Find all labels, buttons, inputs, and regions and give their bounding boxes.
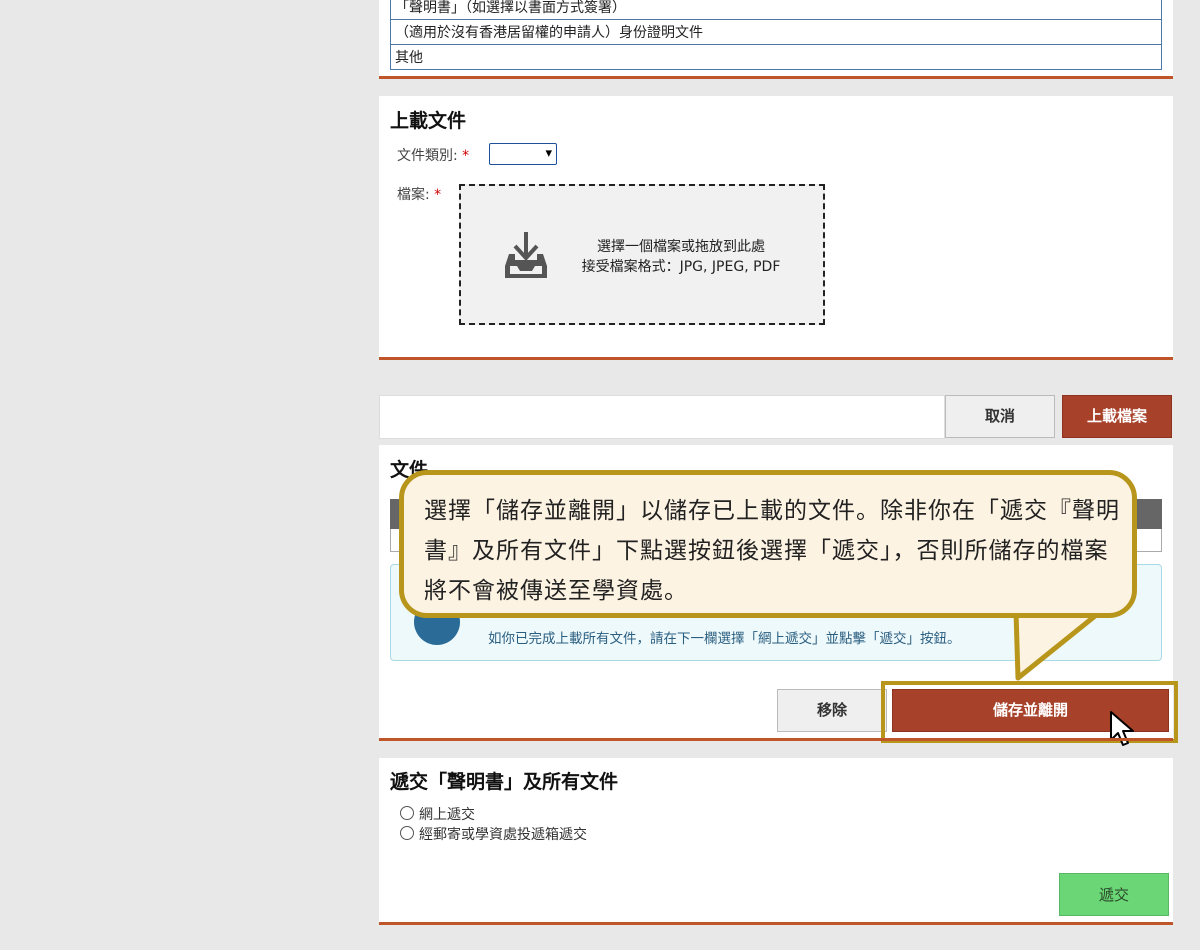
table-row: （適用於沒有香港居留權的申請人）身份證明文件 <box>390 19 1162 45</box>
remove-button[interactable]: 移除 <box>777 689 887 732</box>
radio-online[interactable] <box>400 806 414 820</box>
download-tray-icon <box>505 232 547 278</box>
file-label-text: 檔案: <box>397 187 430 203</box>
section-divider <box>379 76 1173 79</box>
radio-post-label: 經郵寄或學資處投遞箱遞交 <box>419 827 587 843</box>
radio-online-row[interactable]: 網上遞交 <box>400 804 475 824</box>
required-mark: * <box>462 148 470 164</box>
upload-section-title: 上載文件 <box>390 110 467 132</box>
dropzone-line-2: 接受檔案格式：JPG, JPEG, PDF <box>581 259 781 275</box>
callout-tail <box>1013 608 1102 681</box>
file-label: 檔案: * <box>397 184 441 204</box>
info-text: 如你已完成上載所有文件，請在下一欄選擇「網上遞交」並點擊「遞交」按鈕。 <box>488 631 961 647</box>
mouse-pointer-icon <box>1110 711 1134 746</box>
required-mark: * <box>434 187 442 203</box>
radio-post-row[interactable]: 經郵寄或學資處投遞箱遞交 <box>400 824 587 844</box>
doc-type-select[interactable]: ▾ <box>489 143 557 165</box>
selected-file-field[interactable] <box>379 395 945 439</box>
upload-file-button[interactable]: 上載檔案 <box>1062 395 1172 438</box>
radio-post[interactable] <box>400 826 414 840</box>
section-divider <box>379 357 1173 360</box>
section-divider <box>379 922 1173 925</box>
document-type-table: 「聲明書」（如選擇以書面方式簽署） （適用於沒有香港居留權的申請人）身份證明文件… <box>390 0 1162 70</box>
table-row: 「聲明書」（如選擇以書面方式簽署） <box>390 0 1162 20</box>
tutorial-callout: 選擇「儲存並離開」以儲存已上載的文件。除非你在「遞交『聲明書』及所有文件」下點選… <box>399 470 1137 618</box>
table-row: 其他 <box>390 44 1162 70</box>
cancel-button[interactable]: 取消 <box>945 395 1055 438</box>
radio-online-label: 網上遞交 <box>419 807 475 823</box>
dropzone-text: 選擇一個檔案或拖放到此處 接受檔案格式：JPG, JPEG, PDF <box>561 237 801 277</box>
doc-type-label-text: 文件類別: <box>397 148 458 164</box>
submit-section-title: 遞交「聲明書」及所有文件 <box>390 771 619 793</box>
callout-text: 選擇「儲存並離開」以儲存已上載的文件。除非你在「遞交『聲明書』及所有文件」下點選… <box>424 498 1120 604</box>
chevron-down-icon: ▾ <box>545 146 552 161</box>
section-divider <box>379 738 1173 741</box>
dropzone-line-1: 選擇一個檔案或拖放到此處 <box>597 239 765 255</box>
submit-button[interactable]: 遞交 <box>1059 873 1169 916</box>
file-dropzone[interactable]: 選擇一個檔案或拖放到此處 接受檔案格式：JPG, JPEG, PDF <box>459 184 825 325</box>
doc-type-label: 文件類別: * <box>397 145 469 165</box>
